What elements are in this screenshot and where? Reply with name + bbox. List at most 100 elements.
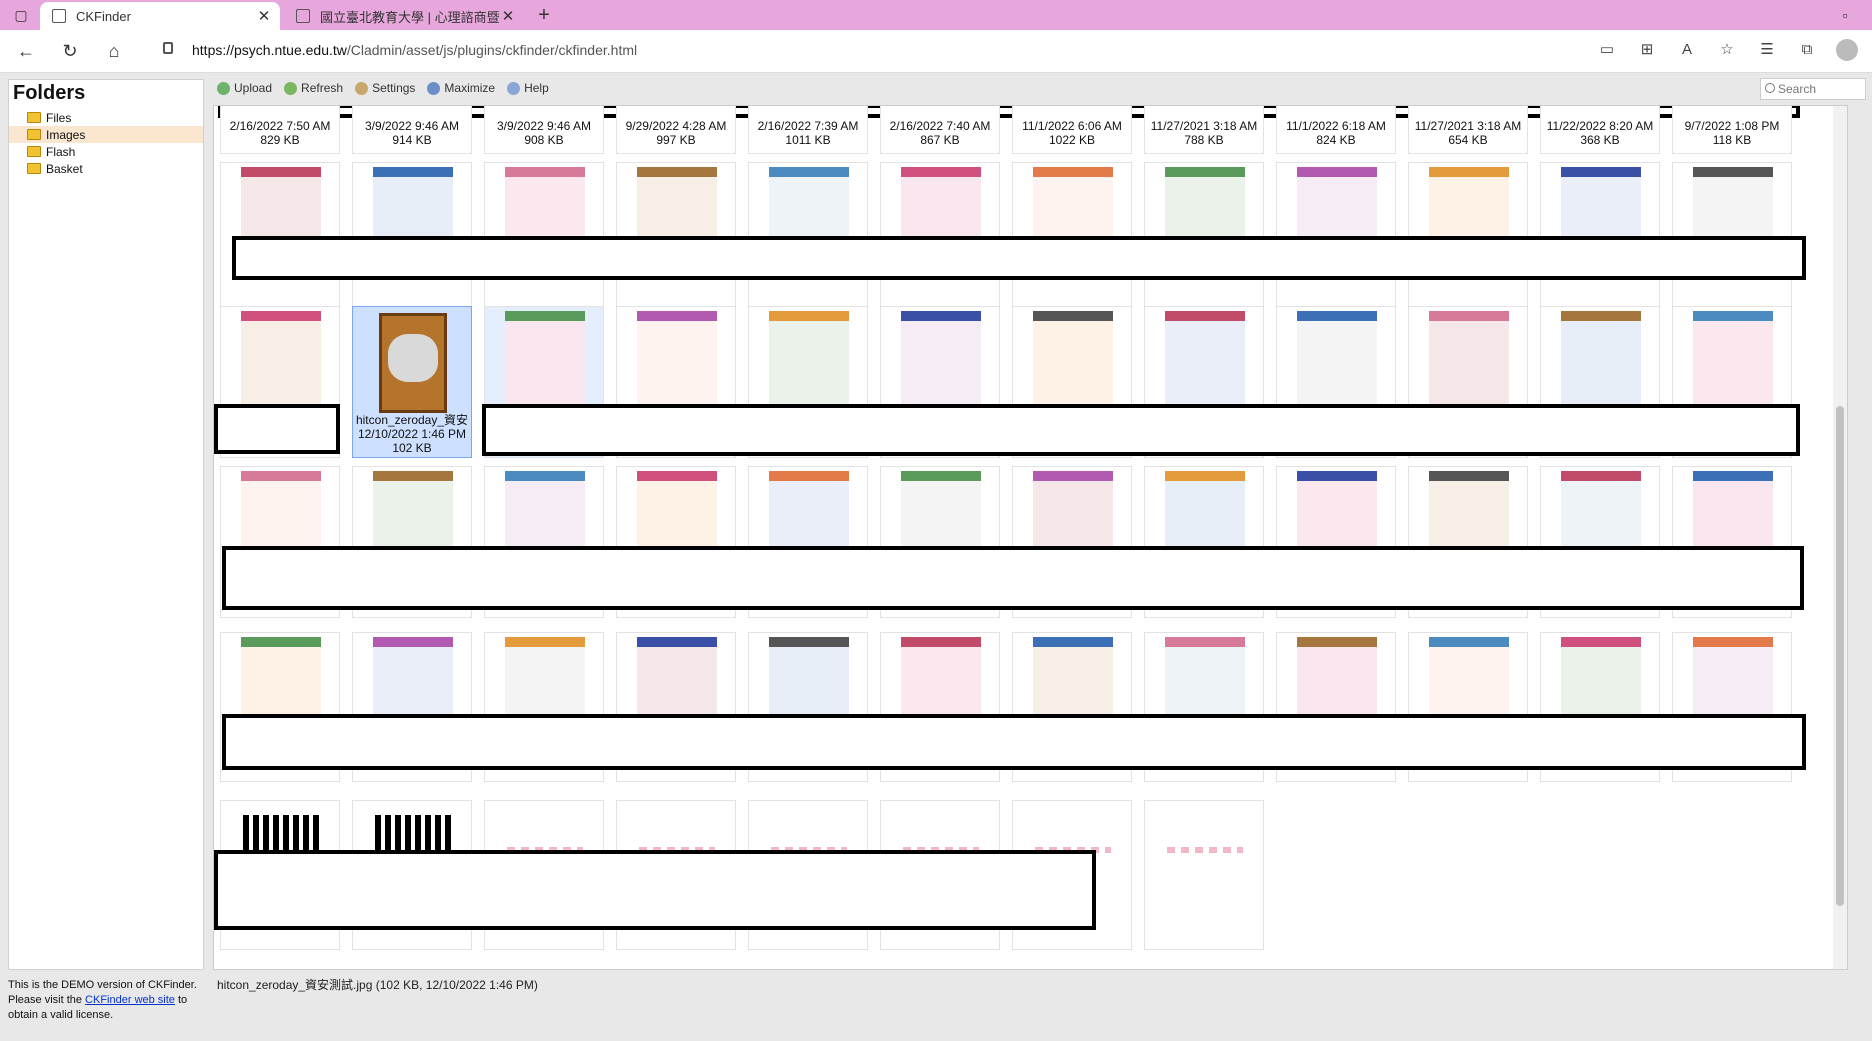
- folder-label: Files: [46, 110, 72, 125]
- file-item[interactable]: 11/27/2021 3:18 AM 654 KB: [1408, 106, 1528, 154]
- help-icon: [507, 81, 521, 95]
- close-tab-icon[interactable]: ✕: [500, 7, 516, 25]
- vertical-scrollbar[interactable]: [1833, 106, 1847, 969]
- new-tab-button[interactable]: +: [532, 2, 556, 28]
- search-icon: [1765, 83, 1775, 93]
- redaction-box: [214, 850, 1096, 930]
- thumbnail-image: [1165, 311, 1245, 407]
- upload-icon: [217, 81, 230, 95]
- file-date: 11/1/2022 6:06 AM: [1022, 119, 1122, 133]
- selected-file-date: 12/10/2022 1:46 PM: [357, 427, 467, 441]
- redaction-box: [214, 404, 340, 454]
- refresh-icon: [284, 81, 298, 95]
- search-box[interactable]: Search: [1760, 78, 1866, 100]
- selected-file-size: 102 KB: [392, 441, 432, 455]
- file-size: 997 KB: [656, 133, 696, 147]
- folder-icon: [27, 112, 41, 123]
- folder-flash[interactable]: Flash: [9, 143, 203, 160]
- favorite-icon[interactable]: ☆: [1716, 39, 1738, 61]
- maximize-button[interactable]: Maximize: [423, 77, 499, 99]
- profile-avatar[interactable]: [1836, 39, 1858, 61]
- folder-icon: [27, 163, 41, 174]
- toolbar: Upload Refresh Settings Maximize Help: [213, 77, 553, 99]
- thumbnail-image: [241, 311, 321, 407]
- file-date: 9/29/2022 4:28 AM: [625, 119, 727, 133]
- upload-button[interactable]: Upload: [213, 77, 276, 99]
- help-label: Help: [524, 81, 549, 95]
- favorites-list-icon[interactable]: ☰: [1756, 39, 1778, 61]
- tab-actions-icon[interactable]: ▢: [12, 6, 30, 24]
- refresh-button[interactable]: Refresh: [280, 77, 347, 99]
- close-tab-icon[interactable]: ✕: [256, 7, 272, 25]
- collections-icon[interactable]: ⧉: [1796, 39, 1818, 61]
- thumbnail-image: [901, 311, 981, 407]
- file-item[interactable]: [1144, 800, 1264, 950]
- selected-file-item[interactable]: hitcon_zeroday_資安 12/10/2022 1:46 PM 102 K…: [352, 306, 472, 458]
- folder-icon: [27, 129, 41, 140]
- restore-window-icon[interactable]: ▫: [1836, 6, 1854, 24]
- browser-actions: ▭ ⊞ A ☆ ☰ ⧉: [1596, 39, 1858, 61]
- thumbnail-image: [505, 311, 585, 407]
- file-size: 118 KB: [1712, 133, 1752, 147]
- file-item[interactable]: 9/29/2022 4:28 AM 997 KB: [616, 106, 736, 154]
- file-date: 2/16/2022 7:40 AM: [889, 119, 991, 133]
- thumbnail-image: [1297, 311, 1377, 407]
- file-size: 908 KB: [524, 133, 564, 147]
- redaction-box: [482, 404, 1800, 456]
- file-item[interactable]: 3/9/2022 9:46 AM 914 KB: [352, 106, 472, 154]
- file-date: 3/9/2022 9:46 AM: [364, 119, 460, 133]
- url-field[interactable]: https://psych.ntue.edu.tw/Cladmin/asset/…: [192, 42, 637, 58]
- home-icon[interactable]: ⌂: [102, 39, 126, 63]
- read-aloud-icon[interactable]: A: [1676, 39, 1698, 61]
- scrollbar-thumb[interactable]: [1836, 406, 1844, 906]
- maximize-icon: [427, 81, 441, 95]
- selected-file-name: hitcon_zeroday_資安: [355, 413, 469, 427]
- file-size: 1011 KB: [785, 133, 831, 147]
- file-item[interactable]: 11/22/2022 8:20 AM 368 KB: [1540, 106, 1660, 154]
- file-item[interactable]: 2/16/2022 7:39 AM 1011 KB: [748, 106, 868, 154]
- thumbnail-image: [1561, 311, 1641, 407]
- file-size: 867 KB: [920, 133, 960, 147]
- pagination-image: [1167, 847, 1243, 853]
- file-item[interactable]: 9/7/2022 1:08 PM 118 KB: [1672, 106, 1792, 154]
- file-size: 368 KB: [1580, 133, 1620, 147]
- apps-icon[interactable]: ⊞: [1636, 39, 1658, 61]
- folder-files[interactable]: Files: [9, 109, 203, 126]
- url-path: /Cladmin/asset/js/plugins/ckfinder/ckfin…: [346, 42, 638, 58]
- tab-ntue[interactable]: 國立臺北教育大學 | 心理諮商暨 ✕: [284, 2, 524, 30]
- thumbnail-image: [1693, 311, 1773, 407]
- cat-photo: [388, 334, 438, 382]
- tab-label: 國立臺北教育大學 | 心理諮商暨: [320, 9, 500, 25]
- folder-label: Images: [46, 127, 86, 142]
- demo-notice: This is the DEMO version of CKFinder. Pl…: [8, 978, 204, 1023]
- file-item[interactable]: 2/16/2022 7:50 AM 829 KB: [220, 106, 340, 154]
- ckfinder-link[interactable]: CKFinder web site: [85, 994, 175, 1006]
- read-mode-icon[interactable]: ▭: [1596, 39, 1618, 61]
- ckfinder-app: Folders Files Images Flash Basket This i…: [0, 73, 1872, 1041]
- file-size: 824 KB: [1316, 133, 1356, 147]
- file-item[interactable]: 2/16/2022 7:40 AM 867 KB: [880, 106, 1000, 154]
- redaction-box: [222, 714, 1806, 770]
- thumbnail-image: [1429, 311, 1509, 407]
- reload-icon[interactable]: ↻: [58, 39, 82, 63]
- browser-tab-bar: ▢ CKFinder ✕ 國立臺北教育大學 | 心理諮商暨 ✕ + ▫: [0, 0, 1872, 30]
- page-icon: [296, 9, 310, 23]
- file-item[interactable]: 3/9/2022 9:46 AM 908 KB: [484, 106, 604, 154]
- folder-icon: [27, 146, 41, 157]
- file-item[interactable]: 11/27/2021 3:18 AM 788 KB: [1144, 106, 1264, 154]
- settings-button[interactable]: Settings: [351, 77, 419, 99]
- thumbnail-image: [637, 311, 717, 407]
- folder-images[interactable]: Images: [9, 126, 203, 143]
- thumbnail-image: [1033, 311, 1113, 407]
- file-item[interactable]: 11/1/2022 6:06 AM 1022 KB: [1012, 106, 1132, 154]
- back-icon[interactable]: ←: [14, 39, 38, 63]
- folders-title: Folders: [13, 82, 86, 104]
- folder-basket[interactable]: Basket: [9, 160, 203, 177]
- tab-ckfinder[interactable]: CKFinder ✕: [40, 2, 280, 30]
- file-item[interactable]: 11/1/2022 6:18 AM 824 KB: [1276, 106, 1396, 154]
- file-date: 11/27/2021 3:18 AM: [1150, 119, 1258, 133]
- thumbnail-image: [769, 311, 849, 407]
- help-button[interactable]: Help: [503, 77, 553, 99]
- search-placeholder: Search: [1778, 82, 1817, 96]
- file-date: 2/16/2022 7:50 AM: [229, 119, 331, 133]
